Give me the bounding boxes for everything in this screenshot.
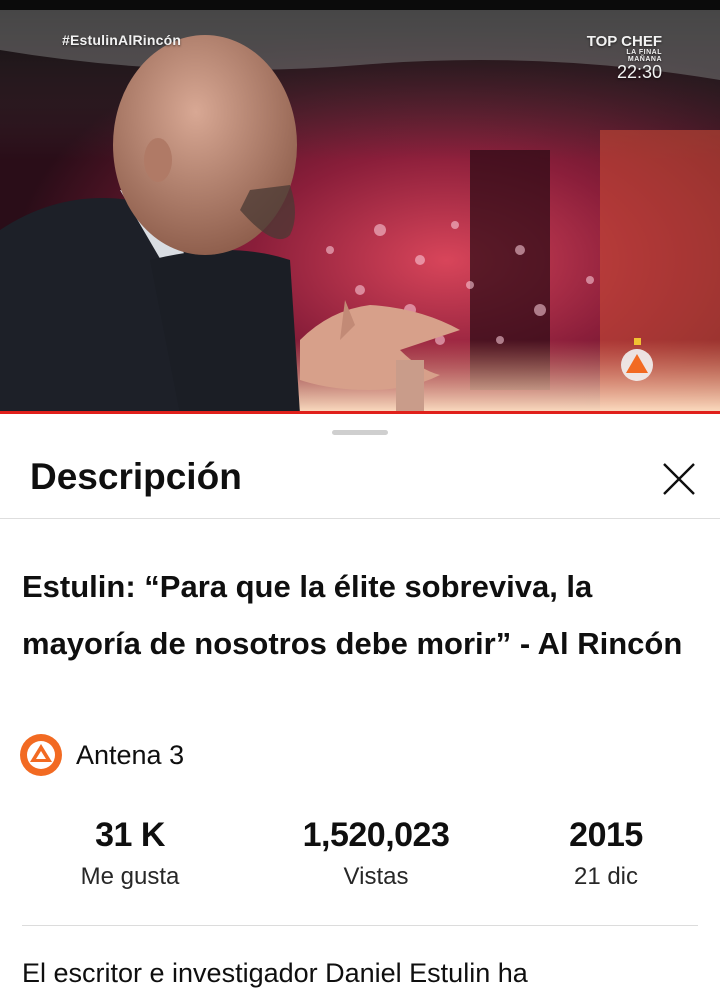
video-title: Estulin: “Para que la élite sobreviva, l… bbox=[22, 569, 683, 661]
sheet-title: Descripción bbox=[30, 456, 242, 497]
stat-likes: 31 K Me gusta bbox=[10, 816, 250, 891]
stat-date: 2015 21 dic bbox=[486, 816, 720, 891]
channel-row[interactable]: Antena 3 bbox=[20, 734, 184, 776]
channel-avatar[interactable] bbox=[20, 734, 62, 776]
close-button[interactable] bbox=[654, 454, 704, 504]
drag-handle[interactable] bbox=[332, 430, 388, 435]
channel-name[interactable]: Antena 3 bbox=[76, 740, 184, 771]
stat-views-label: Vistas bbox=[343, 863, 409, 890]
description-text: El escritor e investigador Daniel Estuli… bbox=[22, 958, 528, 988]
video-hashtag: #EstulinAlRincón bbox=[62, 32, 182, 48]
header-divider bbox=[0, 518, 720, 519]
stat-likes-value: 31 K bbox=[95, 816, 165, 854]
promo-time: 22:30 bbox=[616, 62, 662, 82]
description-sheet: Descripción Estulin: “Para que la élite … bbox=[0, 416, 720, 994]
antena3-logo-icon bbox=[20, 734, 62, 776]
stat-likes-label: Me gusta bbox=[80, 863, 180, 890]
stat-date-day: 21 dic bbox=[573, 863, 639, 890]
close-icon bbox=[663, 463, 695, 495]
stats-divider bbox=[22, 925, 698, 926]
broadcast-promo: TOP CHEF LA FINAL MAÑANA 22:30 bbox=[587, 34, 662, 81]
promo-line2: LA FINAL bbox=[626, 49, 662, 56]
promo-show: TOP CHEF bbox=[586, 33, 662, 50]
video-progress-bar[interactable] bbox=[0, 411, 720, 414]
stat-views: 1,520,023 Vistas bbox=[256, 816, 496, 891]
status-bar bbox=[0, 0, 720, 10]
stat-views-value: 1,520,023 bbox=[302, 816, 450, 854]
video-player[interactable]: #EstulinAlRincón TOP CHEF LA FINAL MAÑAN… bbox=[0, 10, 720, 414]
stat-date-year: 2015 bbox=[569, 816, 643, 854]
